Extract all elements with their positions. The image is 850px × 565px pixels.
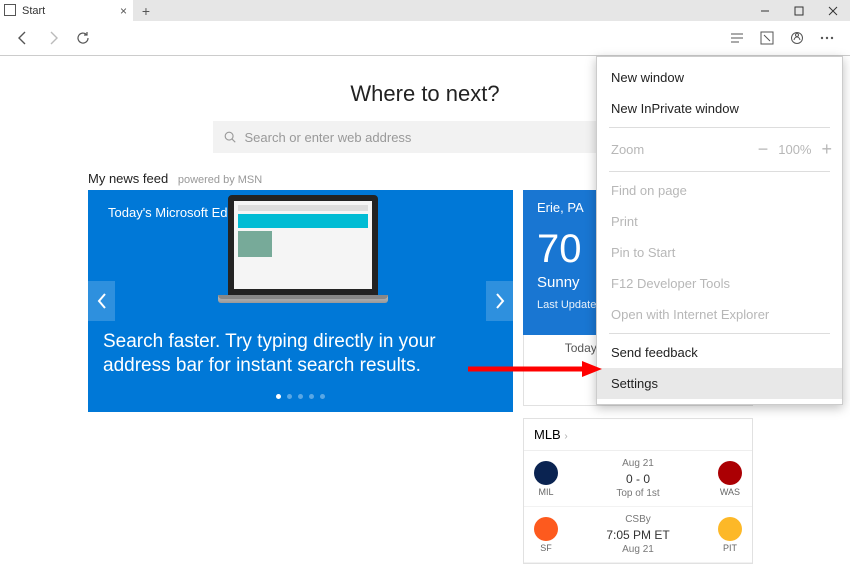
hero-pagination — [88, 386, 513, 404]
minimize-button[interactable] — [748, 0, 782, 21]
chevron-right-icon: › — [564, 431, 567, 442]
game-status: CSBy7:05 PM ETAug 21 — [606, 513, 669, 556]
mlb-game-row[interactable]: SF CSBy7:05 PM ETAug 21 PIT — [524, 507, 752, 563]
tab-page-icon — [6, 6, 16, 16]
zoom-value: 100% — [778, 142, 811, 157]
maximize-button[interactable] — [782, 0, 816, 21]
hero-next-button[interactable] — [486, 281, 513, 321]
web-note-button[interactable] — [752, 23, 782, 53]
reading-view-button[interactable] — [722, 23, 752, 53]
menu-settings[interactable]: Settings — [597, 368, 842, 399]
forward-button[interactable] — [38, 23, 68, 53]
menu-print[interactable]: Print — [597, 206, 842, 237]
menu-pin[interactable]: Pin to Start — [597, 237, 842, 268]
menu-open-ie[interactable]: Open with Internet Explorer — [597, 299, 842, 330]
menu-separator — [609, 171, 830, 172]
hero-caption: Search faster. Try typing directly in yo… — [103, 330, 498, 378]
more-button[interactable] — [812, 23, 842, 53]
menu-separator — [609, 333, 830, 334]
team-home: PIT — [718, 517, 742, 553]
toolbar — [0, 21, 850, 56]
search-icon — [223, 130, 237, 144]
team-away: MIL — [534, 461, 558, 497]
menu-new-inprivate[interactable]: New InPrivate window — [597, 93, 842, 124]
search-input[interactable]: Search or enter web address — [213, 121, 638, 153]
menu-new-window[interactable]: New window — [597, 62, 842, 93]
team-away-code: MIL — [538, 487, 553, 497]
menu-feedback[interactable]: Send feedback — [597, 337, 842, 368]
team-away-code: SF — [540, 543, 552, 553]
zoom-in-button[interactable]: + — [821, 139, 832, 160]
menu-find[interactable]: Find on page — [597, 175, 842, 206]
title-bar: Start × + — [0, 0, 850, 21]
team-away: SF — [534, 517, 558, 553]
mlb-game-row[interactable]: MIL Aug 210 - 0Top of 1st WAS — [524, 451, 752, 507]
team-home: WAS — [718, 461, 742, 497]
window-controls — [748, 0, 850, 21]
feed-provider: powered by MSN — [178, 174, 262, 186]
tab-title: Start — [22, 5, 45, 17]
more-menu: New window New InPrivate window Zoom − 1… — [596, 56, 843, 405]
hero-prev-button[interactable] — [88, 281, 115, 321]
close-tab-icon[interactable]: × — [120, 4, 127, 18]
close-window-button[interactable] — [816, 0, 850, 21]
menu-zoom: Zoom − 100% + — [597, 131, 842, 168]
share-button[interactable] — [782, 23, 812, 53]
mlb-header[interactable]: MLB › — [524, 419, 752, 451]
mlb-title: MLB — [534, 427, 561, 442]
back-button[interactable] — [8, 23, 38, 53]
hero-tile[interactable]: Today's Microsoft Edge Tip Search faster… — [88, 190, 513, 412]
browser-tab[interactable]: Start × — [0, 0, 133, 21]
team-home-code: PIT — [723, 543, 737, 553]
game-status: Aug 210 - 0Top of 1st — [616, 457, 659, 500]
menu-separator — [609, 127, 830, 128]
menu-f12[interactable]: F12 Developer Tools — [597, 268, 842, 299]
new-tab-button[interactable]: + — [133, 0, 159, 21]
zoom-label: Zoom — [611, 142, 758, 157]
mlb-tile: MLB › MIL Aug 210 - 0Top of 1st WAS SF C… — [523, 418, 753, 564]
laptop-illustration — [218, 195, 388, 325]
refresh-button[interactable] — [68, 23, 98, 53]
zoom-out-button[interactable]: − — [758, 139, 769, 160]
team-home-code: WAS — [720, 487, 740, 497]
feed-title: My news feed — [88, 171, 168, 186]
search-placeholder: Search or enter web address — [245, 130, 412, 145]
